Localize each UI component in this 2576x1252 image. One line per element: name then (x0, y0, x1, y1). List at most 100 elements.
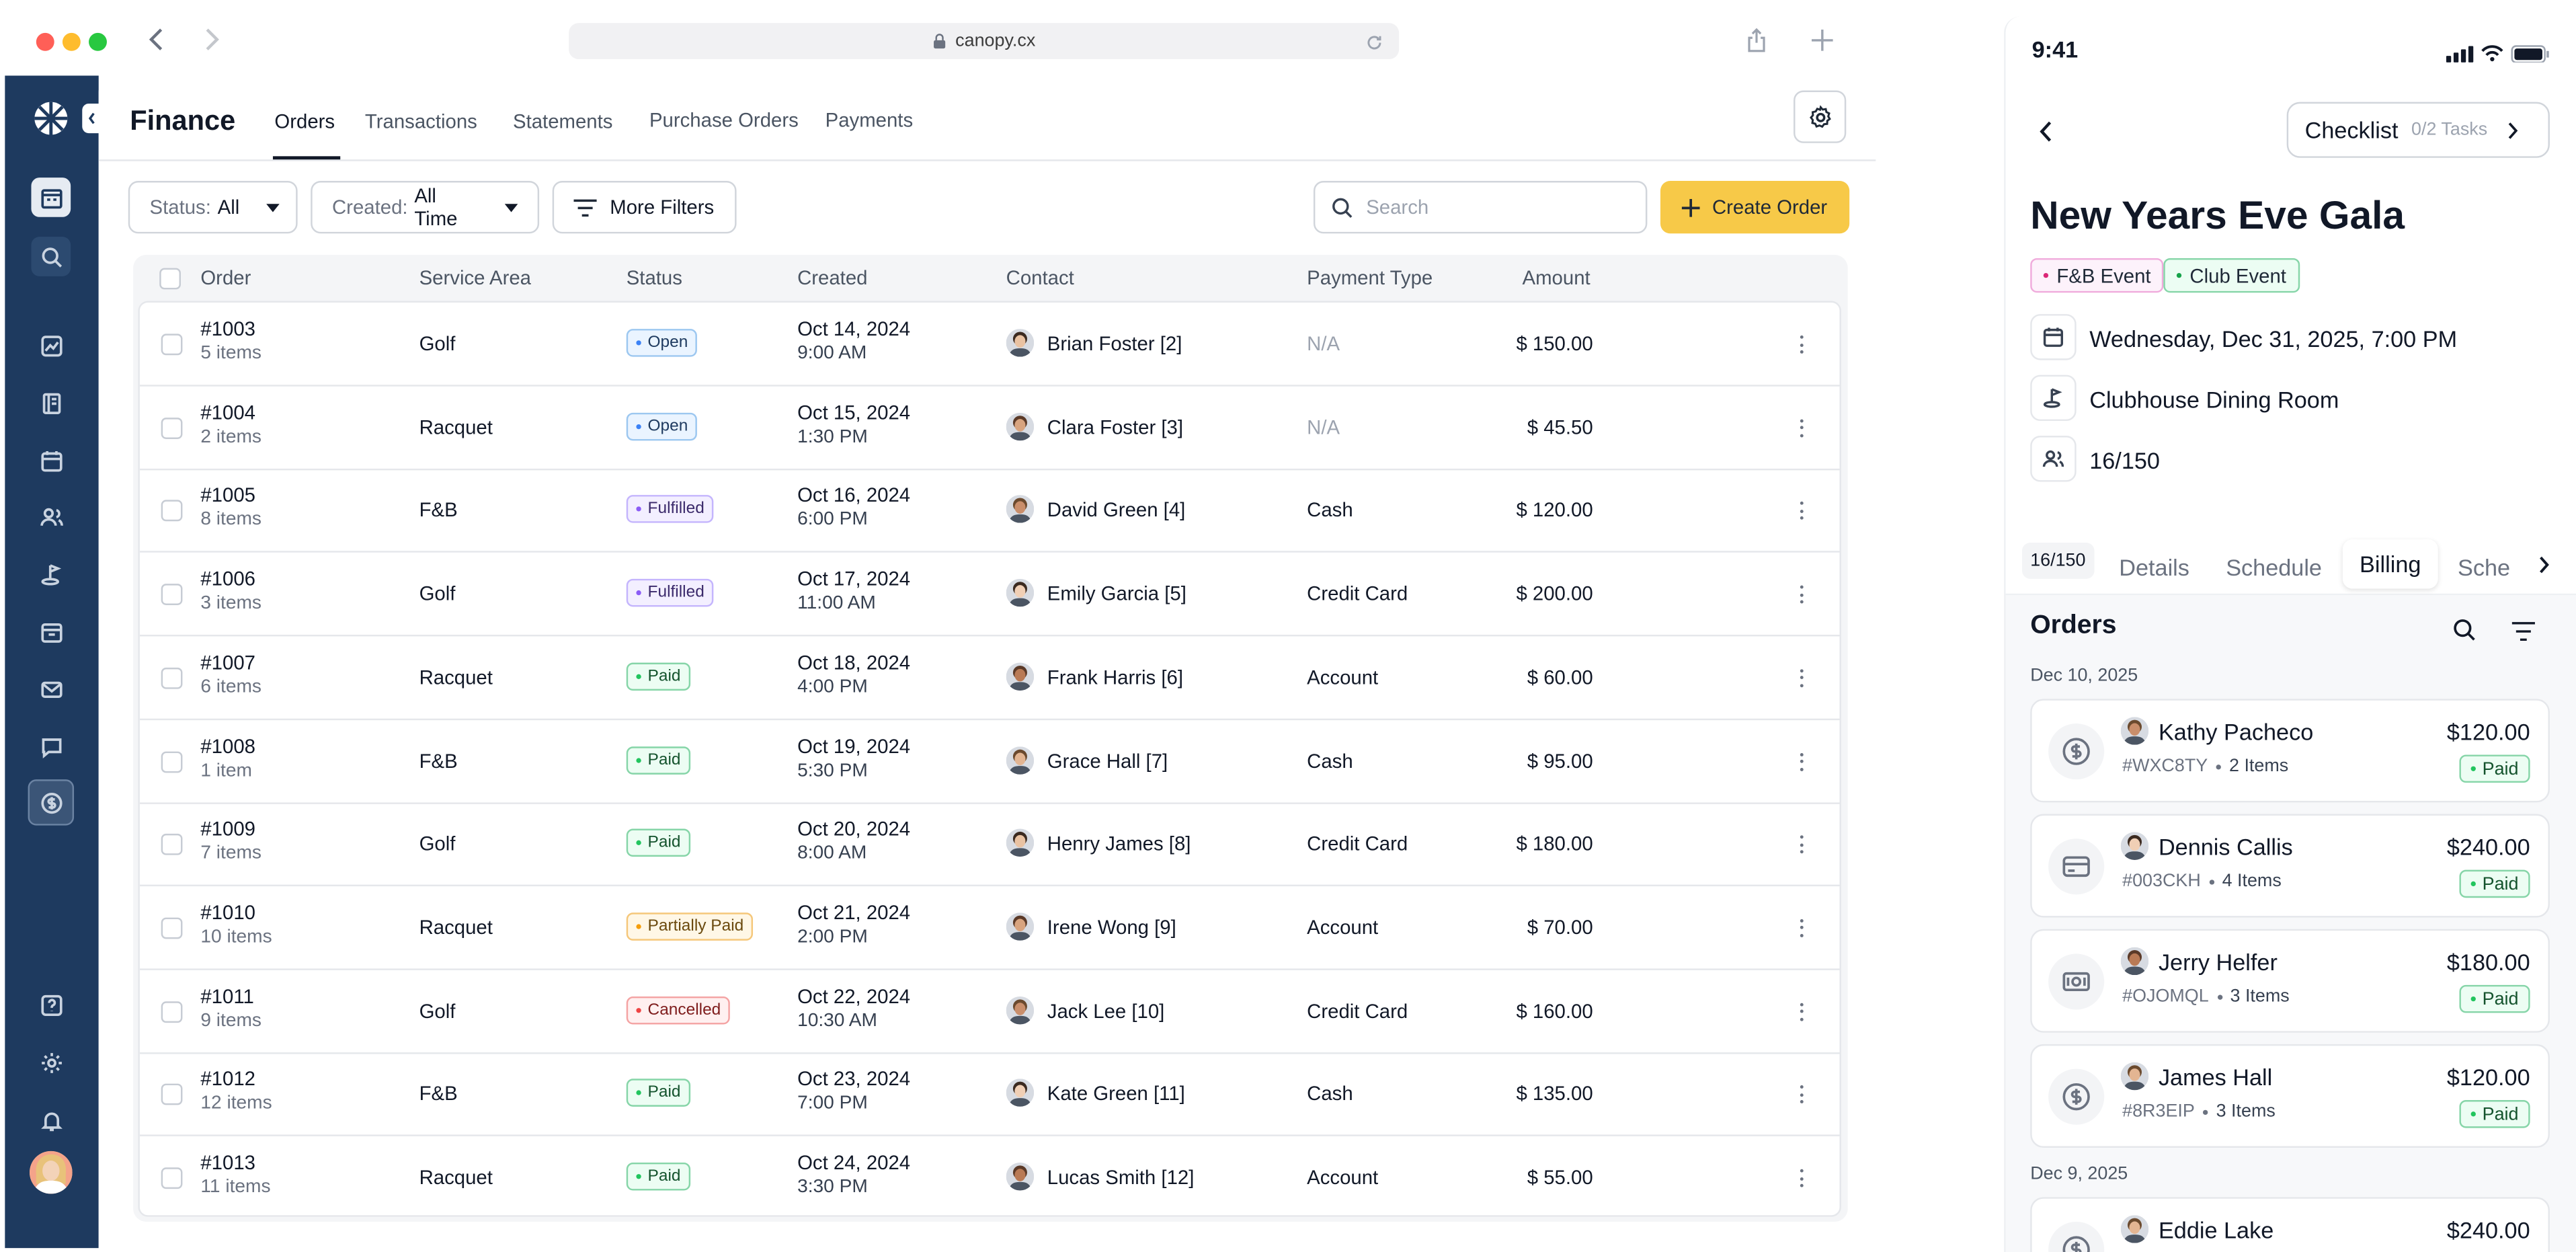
contact-name[interactable]: Frank Harris [6] (1047, 666, 1183, 689)
chat-icon[interactable] (31, 727, 71, 767)
share-icon[interactable] (1746, 28, 1767, 58)
table-row[interactable]: #1003 5 items Golf Open Oct 14, 2024 9:00 AM B… (139, 303, 1840, 387)
row-menu-icon[interactable] (1798, 1002, 1803, 1021)
order-number[interactable]: #1009 (200, 818, 255, 840)
row-menu-icon[interactable] (1798, 668, 1803, 687)
tab-purchase-orders[interactable]: Purchase Orders (649, 108, 799, 131)
table-row[interactable]: #1004 2 items Racquet Open Oct 15, 2024 1:30 … (139, 386, 1840, 470)
tab-statements[interactable]: Statements (513, 110, 612, 133)
inventory-icon[interactable] (31, 612, 71, 652)
order-number[interactable]: #1004 (200, 401, 255, 424)
row-checkbox[interactable] (161, 334, 183, 356)
row-menu-icon[interactable] (1798, 335, 1803, 354)
order-card[interactable]: Jerry Helfer $180.00 #OJOMQL 3 Items Paid (2030, 929, 2550, 1033)
table-row[interactable]: #1013 11 items Racquet Paid Oct 24, 2024 3:30… (140, 1136, 1840, 1215)
reload-icon[interactable] (1366, 31, 1382, 56)
row-menu-icon[interactable] (1798, 502, 1803, 520)
order-number[interactable]: #1003 (200, 317, 255, 340)
row-menu-icon[interactable] (1798, 418, 1803, 437)
row-checkbox[interactable] (161, 1167, 183, 1189)
contact-name[interactable]: Henry James [8] (1047, 832, 1191, 855)
orders-search-icon[interactable] (2453, 619, 2476, 650)
col-payment-type[interactable]: Payment Type (1307, 266, 1433, 289)
finance-icon[interactable] (28, 779, 75, 826)
row-checkbox[interactable] (161, 917, 183, 939)
minimize-window-button[interactable] (62, 32, 81, 51)
address-bar[interactable]: canopy.cx (569, 23, 1400, 60)
contact-name[interactable]: Clara Foster [3] (1047, 416, 1183, 438)
forward-arrow-icon[interactable] (202, 28, 222, 56)
row-checkbox[interactable] (161, 667, 183, 689)
back-arrow-icon[interactable] (147, 28, 166, 56)
table-row[interactable]: #1009 7 items Golf Paid Oct 20, 2024 8:00 AM H… (139, 803, 1840, 887)
order-number[interactable]: #1012 (200, 1068, 255, 1091)
order-card[interactable]: Eddie Lake $240.00 (2030, 1197, 2550, 1252)
order-card[interactable]: Dennis Callis $240.00 #003CKH 4 Items Paid (2030, 814, 2550, 918)
row-menu-icon[interactable] (1798, 585, 1803, 604)
members-icon[interactable] (31, 497, 71, 537)
order-number[interactable]: #1005 (200, 484, 255, 507)
col-status[interactable]: Status (627, 266, 682, 289)
new-tab-icon[interactable] (1811, 30, 1833, 56)
order-number[interactable]: #1010 (200, 901, 255, 924)
contact-name[interactable]: Jack Lee [10] (1047, 999, 1165, 1022)
contact-name[interactable]: David Green [4] (1047, 499, 1186, 522)
user-avatar[interactable] (30, 1150, 73, 1194)
zoom-window-button[interactable] (89, 32, 107, 51)
row-checkbox[interactable] (161, 417, 183, 439)
order-number[interactable]: #1008 (200, 734, 255, 757)
settings-icon[interactable] (31, 1042, 71, 1082)
table-row[interactable]: #1012 12 items F&B Paid Oct 23, 2024 7:00 PM K… (139, 1053, 1840, 1137)
tab-payments[interactable]: Payments (826, 108, 913, 131)
help-icon[interactable] (31, 985, 71, 1025)
tab-schedule-2[interactable]: Sche (2458, 554, 2510, 580)
col-contact[interactable]: Contact (1006, 266, 1074, 289)
contact-name[interactable]: Lucas Smith [12] (1047, 1166, 1195, 1189)
contact-name[interactable]: Brian Foster [2] (1047, 332, 1182, 355)
golf-icon[interactable] (31, 554, 71, 594)
select-all-checkbox[interactable] (159, 268, 182, 290)
row-menu-icon[interactable] (1798, 835, 1803, 854)
contact-name[interactable]: Emily Garcia [5] (1047, 582, 1186, 605)
search-icon[interactable] (31, 237, 71, 276)
row-menu-icon[interactable] (1798, 1169, 1803, 1187)
row-checkbox[interactable] (161, 1001, 183, 1023)
table-row[interactable]: #1006 3 items Golf Fulfilled Oct 17, 2024 11:… (139, 553, 1840, 637)
table-row[interactable]: #1010 10 items Racquet Partially Paid Oct 21… (139, 886, 1840, 970)
contact-name[interactable]: Kate Green [11] (1047, 1083, 1185, 1105)
order-card[interactable]: Kathy Pacheco $120.00 #WXC8TY 2 Items Paid (2030, 699, 2550, 803)
checklist-button[interactable]: Checklist 0/2 Tasks (2286, 102, 2550, 158)
row-menu-icon[interactable] (1798, 752, 1803, 771)
search-input[interactable]: Search (1313, 181, 1648, 234)
settings-button[interactable] (1794, 90, 1847, 143)
tab-schedule[interactable]: Schedule (2226, 554, 2322, 580)
tab-orders[interactable]: Orders (274, 110, 335, 133)
tab-billing[interactable]: Billing (2342, 539, 2438, 589)
calendar-tile-icon[interactable] (31, 178, 71, 217)
calendar-icon[interactable] (31, 440, 71, 480)
status-filter[interactable]: Status: All (128, 181, 298, 234)
order-number[interactable]: #1006 (200, 568, 255, 590)
back-chevron-icon[interactable] (2038, 120, 2053, 151)
col-amount[interactable]: Amount (1523, 266, 1591, 289)
row-checkbox[interactable] (161, 834, 183, 856)
notifications-icon[interactable] (31, 1100, 71, 1140)
ledger-icon[interactable] (31, 383, 71, 423)
create-order-button[interactable]: Create Order (1660, 181, 1850, 234)
col-service-area[interactable]: Service Area (419, 266, 531, 289)
row-menu-icon[interactable] (1798, 1085, 1803, 1104)
order-number[interactable]: #1011 (200, 984, 253, 1007)
row-checkbox[interactable] (161, 500, 183, 522)
created-filter[interactable]: Created: All Time (311, 181, 540, 234)
table-row[interactable]: #1007 6 items Racquet Paid Oct 18, 2024 4:00 … (139, 636, 1840, 720)
more-filters-button[interactable]: More Filters (552, 181, 737, 234)
table-row[interactable]: #1008 1 item F&B Paid Oct 19, 2024 5:30 PM Gra… (139, 719, 1840, 804)
col-created[interactable]: Created (797, 266, 867, 289)
contact-name[interactable]: Grace Hall [7] (1047, 749, 1168, 772)
analytics-icon[interactable] (31, 325, 71, 365)
order-number[interactable]: #1013 (200, 1151, 255, 1174)
col-order[interactable]: Order (200, 266, 251, 289)
tab-details[interactable]: Details (2119, 554, 2189, 580)
tab-capacity-chip[interactable]: 16/150 (2021, 543, 2094, 579)
table-row[interactable]: #1011 9 items Golf Cancelled Oct 22, 2024 10:… (139, 970, 1840, 1054)
